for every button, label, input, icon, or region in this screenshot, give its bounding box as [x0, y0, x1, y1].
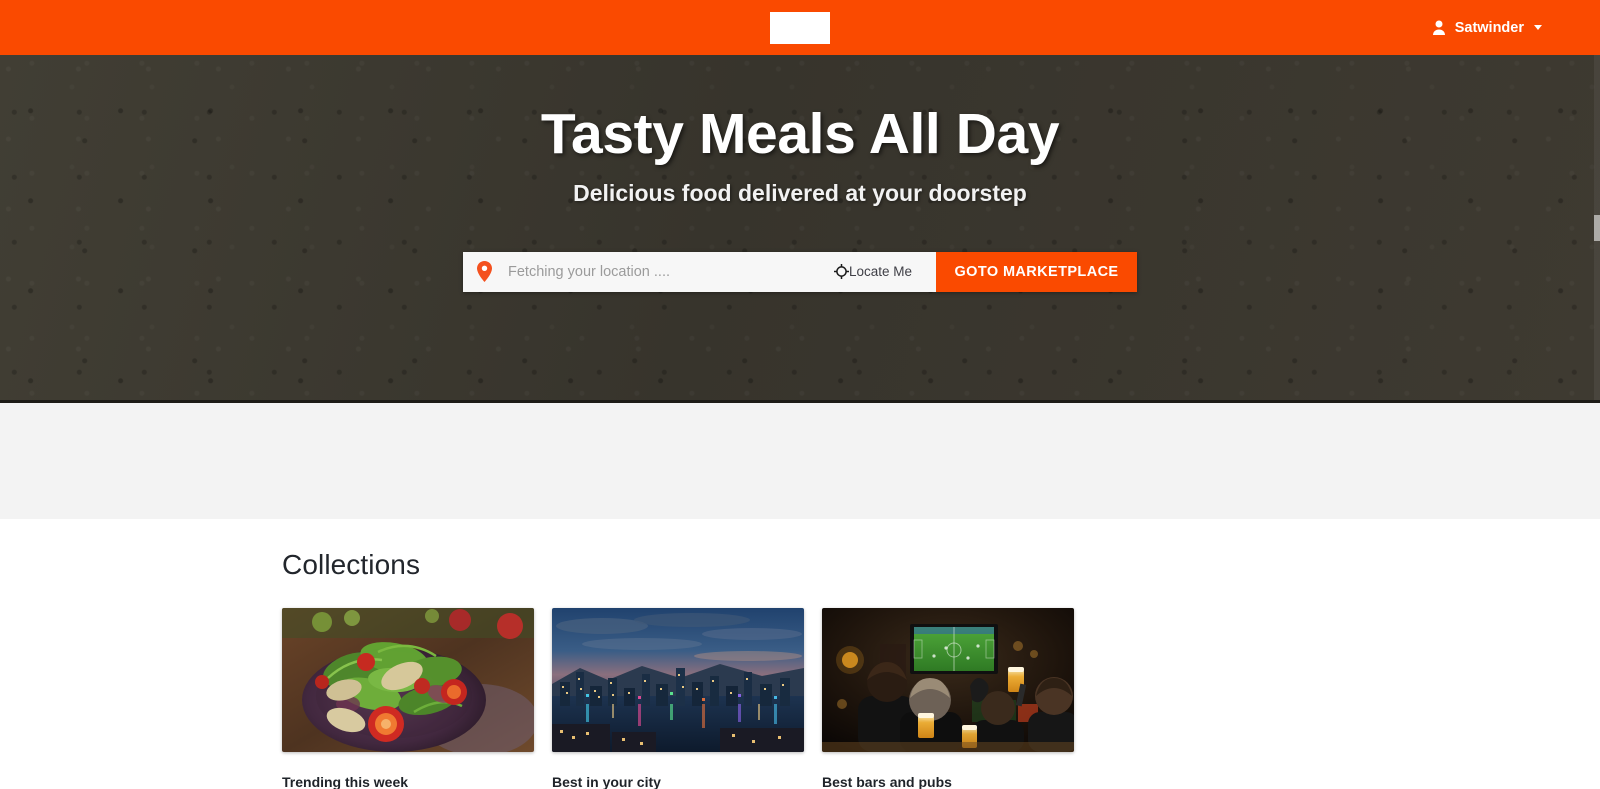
collection-card[interactable]: Trending this week [282, 608, 534, 789]
salad-plate-photo [282, 608, 534, 752]
hero-title: Tasty Meals All Day [540, 102, 1060, 166]
chevron-down-icon [1534, 25, 1542, 30]
collection-card[interactable]: Best in your city [552, 608, 804, 789]
hero-subtitle: Delicious food delivered at your doorste… [573, 179, 1027, 206]
collection-card-label: Trending this week [282, 774, 409, 789]
locate-me-label: Locate Me [848, 264, 912, 280]
site-logo[interactable] [770, 11, 830, 44]
hero-section: Tasty Meals All Day Delicious food deliv… [0, 55, 1600, 403]
sports-bar-crowd-photo [822, 608, 1074, 752]
collection-card-label: Best in your city [552, 774, 661, 789]
collections-title: Collections [282, 549, 421, 580]
top-navbar: Satwinder [0, 0, 1600, 55]
scrollbar-thumb[interactable] [1594, 215, 1600, 241]
user-menu[interactable]: Satwinder [1432, 20, 1542, 36]
city-skyline-night-photo [552, 608, 804, 752]
location-search-input[interactable] [492, 263, 834, 280]
user-menu-label: Satwinder [1454, 19, 1524, 36]
collection-card-label: Best bars and pubs [822, 774, 952, 789]
collections-card-list: Trending this week Best in your city Bes… [282, 608, 1600, 789]
location-pin-icon [477, 261, 492, 283]
empty-content-band [0, 403, 1600, 519]
goto-marketplace-button[interactable]: GOTO MARKETPLACE [936, 251, 1137, 292]
crosshair-icon [833, 264, 849, 280]
locate-me-button[interactable]: Locate Me [833, 252, 936, 292]
search-field-wrapper [463, 251, 834, 292]
collections-section: Collections Trending this week Best in y… [0, 519, 1600, 789]
user-icon [1432, 20, 1446, 35]
location-search-bar: Locate Me GOTO MARKETPLACE [463, 251, 1137, 292]
collection-card[interactable]: Best bars and pubs [822, 608, 1074, 789]
page-scrollbar[interactable] [1594, 55, 1600, 400]
